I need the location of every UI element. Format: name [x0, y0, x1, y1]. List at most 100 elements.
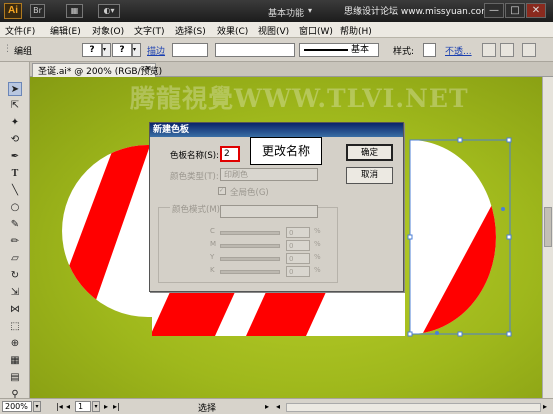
channel-value[interactable]: 0: [286, 266, 310, 277]
shape-builder-tool-icon[interactable]: ⊕: [8, 337, 22, 351]
pen-tool-icon[interactable]: ✒: [8, 150, 22, 164]
magic-wand-tool-icon[interactable]: ✦: [8, 116, 22, 130]
document-tab-title: 圣诞.ai* @ 200% (RGB/预览): [38, 67, 163, 77]
chevron-down-icon[interactable]: ▾: [102, 43, 111, 57]
menu-file[interactable]: 文件(F): [5, 24, 35, 37]
gradient-tool-icon[interactable]: ▤: [8, 371, 22, 385]
fill-swatch[interactable]: ?: [82, 43, 102, 57]
arrange-documents-button[interactable]: ▦: [66, 4, 83, 18]
stroke-link[interactable]: 描边: [147, 44, 165, 57]
paintbrush-tool-icon[interactable]: ✎: [8, 218, 22, 232]
vertical-scrollbar[interactable]: [542, 77, 553, 398]
slider-track[interactable]: [220, 244, 280, 248]
style-label: 样式:: [393, 47, 415, 57]
close-button[interactable]: ✕: [526, 3, 546, 18]
color-mode-label: 颜色模式(M):: [170, 203, 225, 215]
last-page-icon[interactable]: ▸|: [113, 402, 120, 411]
preferences-icon[interactable]: [500, 43, 514, 57]
align-icon[interactable]: [522, 43, 536, 57]
pencil-tool-icon[interactable]: ✏: [8, 235, 22, 249]
gripper: ⋮: [3, 44, 12, 54]
lasso-tool-icon[interactable]: ⟲: [8, 133, 22, 147]
dialog-title: 新建色板: [150, 123, 403, 137]
minimize-button[interactable]: —: [484, 3, 504, 18]
stroke-preview: [304, 49, 348, 51]
menu-select[interactable]: 选择(S): [175, 24, 206, 37]
page-field[interactable]: 1: [75, 401, 91, 412]
close-tab-icon[interactable]: ✕: [145, 64, 152, 73]
illustrator-logo: Ai: [4, 3, 22, 19]
scale-tool-icon[interactable]: ⇲: [8, 286, 22, 300]
next-page-icon[interactable]: ▸: [104, 402, 108, 411]
color-type-select[interactable]: 印刷色: [220, 168, 318, 181]
slider-track[interactable]: [220, 257, 280, 261]
document-setup-icon[interactable]: [482, 43, 496, 57]
variable-width-profile[interactable]: [215, 43, 295, 57]
free-transform-tool-icon[interactable]: ⬚: [8, 320, 22, 334]
global-checkbox[interactable]: ✓: [218, 187, 226, 195]
selection-tool-icon[interactable]: ➤: [8, 82, 22, 96]
menu-help[interactable]: 帮助(H): [340, 24, 372, 37]
maximize-button[interactable]: □: [505, 3, 525, 18]
chevron-down-icon[interactable]: ▾: [132, 43, 141, 57]
chevron-down-icon[interactable]: ▾: [308, 6, 312, 15]
selection-type-label: 编组: [14, 47, 33, 57]
menu-edit[interactable]: 编辑(E): [50, 24, 81, 37]
slider-track[interactable]: [220, 231, 280, 235]
scroll-right-icon[interactable]: ▸: [543, 402, 547, 411]
scroll-thumb[interactable]: [544, 207, 552, 247]
menu-effect[interactable]: 效果(C): [217, 24, 248, 37]
view-extras-button[interactable]: ◐▾: [98, 4, 120, 18]
direct-selection-tool-icon[interactable]: ⇱: [8, 99, 22, 113]
workspace-switcher[interactable]: 基本功能: [268, 6, 304, 19]
bridge-button[interactable]: Br: [30, 4, 45, 18]
callout-label: 更改名称: [250, 137, 322, 165]
color-mode-select[interactable]: [220, 205, 318, 218]
rotate-tool-icon[interactable]: ↻: [8, 269, 22, 283]
line-tool-icon[interactable]: ╲: [8, 184, 22, 198]
current-tool-label: 选择: [198, 404, 217, 414]
percent-label: %: [314, 240, 321, 248]
percent-label: %: [314, 253, 321, 261]
channel-label: M: [210, 240, 217, 248]
first-page-icon[interactable]: |◂: [56, 402, 63, 411]
status-menu-icon[interactable]: ▸: [265, 402, 269, 411]
channel-value[interactable]: 0: [286, 240, 310, 251]
channel-value[interactable]: 0: [286, 227, 310, 238]
site-watermark: 腾龍視覺WWW.TLVI.NET: [130, 84, 469, 113]
cancel-button[interactable]: 取消: [346, 167, 393, 184]
graphic-style-swatch[interactable]: [423, 43, 436, 57]
channel-value[interactable]: 0: [286, 253, 310, 264]
menu-object[interactable]: 对象(O): [92, 24, 124, 37]
eraser-tool-icon[interactable]: ▱: [8, 252, 22, 266]
stroke-swatch[interactable]: ?: [112, 43, 132, 57]
ellipse-tool-icon[interactable]: ○: [8, 201, 22, 215]
stroke-style-value: 基本: [351, 45, 370, 55]
width-tool-icon[interactable]: ⋈: [8, 303, 22, 317]
menu-bar: 文件(F) 编辑(E) 对象(O) 文字(T) 选择(S) 效果(C) 视图(V…: [0, 22, 553, 38]
anchor-point[interactable]: [501, 207, 505, 211]
ok-button[interactable]: 确定: [346, 144, 393, 161]
anchor-point[interactable]: [435, 331, 439, 335]
brush-definition[interactable]: 基本: [299, 43, 379, 57]
global-color-label: 全局色(G): [230, 188, 269, 198]
chevron-down-icon[interactable]: ▾: [92, 401, 100, 412]
left-candy-cap: [62, 145, 152, 317]
stroke-weight-field[interactable]: [172, 43, 208, 57]
swatch-name-input[interactable]: 2: [220, 146, 240, 162]
chevron-down-icon[interactable]: ▾: [33, 401, 41, 412]
slider-track[interactable]: [220, 270, 280, 274]
control-bar: ⋮ 编组 ? ▾ ? ▾ 描边 基本 样式: 不透...: [0, 38, 553, 62]
percent-label: %: [314, 266, 321, 274]
new-swatch-dialog: 新建色板 色板名称(S): 2 更改名称 颜色类型(T): 印刷色 ✓ 全局色(…: [149, 122, 404, 292]
prev-page-icon[interactable]: ◂: [66, 402, 70, 411]
menu-view[interactable]: 视图(V): [258, 24, 289, 37]
scroll-left-icon[interactable]: ◂: [276, 402, 280, 411]
menu-type[interactable]: 文字(T): [134, 24, 165, 37]
type-tool-icon[interactable]: T: [8, 167, 22, 181]
perspective-grid-tool-icon[interactable]: ▦: [8, 354, 22, 368]
opacity-link[interactable]: 不透...: [445, 44, 472, 57]
menu-window[interactable]: 窗口(W): [299, 24, 333, 37]
zoom-field[interactable]: 200%: [2, 401, 32, 412]
horizontal-scrollbar[interactable]: [286, 403, 541, 412]
